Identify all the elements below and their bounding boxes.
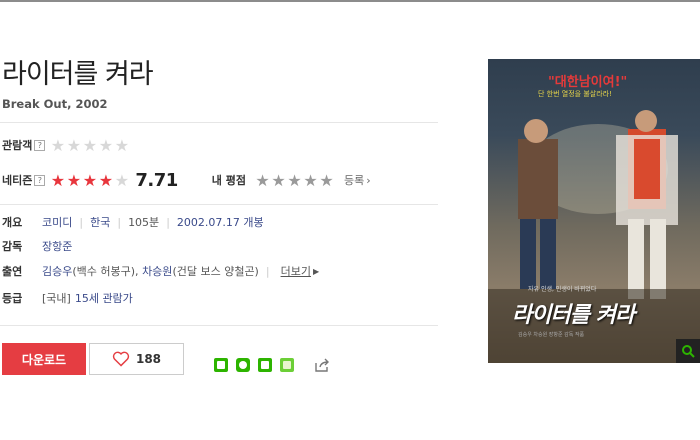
caret-right-icon: ▶: [312, 266, 320, 276]
poster-headline: "대한남이여!": [548, 75, 628, 90]
star-icon[interactable]: ★: [302, 171, 318, 190]
grade-label: 등급: [2, 292, 23, 305]
share-band-icon[interactable]: [258, 358, 272, 372]
star-icon: ★: [114, 135, 129, 155]
netizen-score: 7.71: [135, 169, 178, 191]
netizen-help-icon[interactable]: ?: [34, 174, 46, 186]
divider: |: [117, 215, 122, 229]
star-icon[interactable]: ★: [318, 171, 334, 190]
divider: [0, 325, 438, 326]
star-icon: ★: [98, 170, 113, 190]
cast-link-2[interactable]: 차승원: [142, 263, 172, 279]
star-icon: ★: [66, 135, 81, 155]
like-button[interactable]: 188: [89, 343, 184, 375]
audience-help-icon[interactable]: ?: [34, 139, 46, 151]
cast-role-1: (백수 허봉구),: [72, 265, 143, 278]
movie-subtitle: Break Out, 2002: [2, 97, 108, 111]
poster-tagline: 단 한번 열정을 불살라라!: [538, 90, 612, 98]
runtime: 105분: [128, 216, 160, 229]
star-icon[interactable]: ★: [286, 171, 302, 190]
my-rating-stars[interactable]: ★ ★ ★ ★ ★: [254, 171, 334, 190]
star-icon[interactable]: ★: [270, 171, 286, 190]
divider: [0, 204, 438, 205]
share-icon[interactable]: [314, 357, 330, 373]
poster-zoom-button[interactable]: [676, 339, 700, 363]
share-story-icon[interactable]: [280, 358, 294, 372]
audience-rating-row: 관람객 ? ★ ★ ★ ★ ★: [2, 135, 129, 155]
grade-region: [국내]: [42, 292, 71, 305]
star-icon[interactable]: ★: [254, 171, 270, 190]
movie-title: 라이터를 켜라: [2, 59, 154, 90]
overview-row: 개요 코미디 | 한국 | 105분 | 2002.07.17 개봉: [2, 214, 264, 230]
star-icon: ★: [50, 135, 65, 155]
divider: |: [79, 215, 84, 229]
audience-label: 관람객: [2, 139, 33, 152]
share-kakao-icon[interactable]: [236, 358, 250, 372]
star-icon: ★: [82, 135, 97, 155]
poster-credits: 김승우 차승원 장항준 감독 작품: [518, 332, 585, 338]
director-row: 감독 장항준: [2, 238, 72, 254]
cast-link-1[interactable]: 김승우: [42, 263, 72, 279]
star-icon: ★: [98, 135, 113, 155]
heart-icon: [112, 351, 130, 367]
genre-link[interactable]: 코미디: [42, 214, 72, 230]
divider: |: [166, 215, 170, 229]
release-date-link[interactable]: 2002.07.17 개봉: [177, 214, 264, 230]
download-button[interactable]: 다운로드: [2, 343, 86, 375]
my-rating-label: 내 평점: [211, 174, 246, 187]
top-border: [0, 0, 700, 2]
cast-label: 출연: [2, 265, 23, 278]
star-icon: ★: [50, 170, 65, 190]
director-link[interactable]: 장항준: [42, 238, 72, 254]
register-rating-link[interactable]: 등록 ›: [344, 172, 371, 188]
star-icon: ★: [82, 170, 97, 190]
divider: [0, 122, 438, 123]
poster-caption: 자유 인생, 인생이 바뀌었다: [528, 286, 597, 293]
chevron-right-icon: ›: [366, 174, 371, 187]
grade-link[interactable]: 15세 관람가: [75, 290, 133, 306]
divider: |: [265, 264, 270, 278]
like-count: 188: [135, 352, 162, 366]
search-icon: [682, 345, 695, 358]
star-icon: ★: [114, 170, 129, 190]
netizen-stars: ★ ★ ★ ★ ★: [49, 171, 129, 190]
cast-more-link[interactable]: 더보기: [281, 263, 311, 279]
star-icon: ★: [66, 170, 81, 190]
cast-role-2: (건달 보스 양철곤): [172, 265, 259, 278]
register-label[interactable]: 등록: [344, 174, 364, 187]
movie-poster[interactable]: "대한남이여!" 단 한번 열정을 불살라라! 자유 인생, 인생이 바뀌었다 …: [488, 59, 700, 363]
overview-label: 개요: [2, 216, 23, 229]
cast-row: 출연 김승우 (백수 허봉구), 차승원 (건달 보스 양철곤) | 더보기 ▶: [2, 263, 319, 279]
share-blog-icon[interactable]: [214, 358, 228, 372]
netizen-rating-row: 네티즌 ? ★ ★ ★ ★ ★ 7.71 내 평점 ★ ★ ★ ★ ★ 등록 ›: [2, 169, 371, 191]
grade-row: 등급 [국내] 15세 관람가: [2, 290, 133, 306]
director-label: 감독: [2, 240, 23, 253]
netizen-label: 네티즌: [2, 174, 33, 187]
poster-title: 라이터를 켜라: [512, 303, 635, 328]
country-link[interactable]: 한국: [90, 214, 110, 230]
audience-stars: ★ ★ ★ ★ ★: [49, 136, 129, 155]
